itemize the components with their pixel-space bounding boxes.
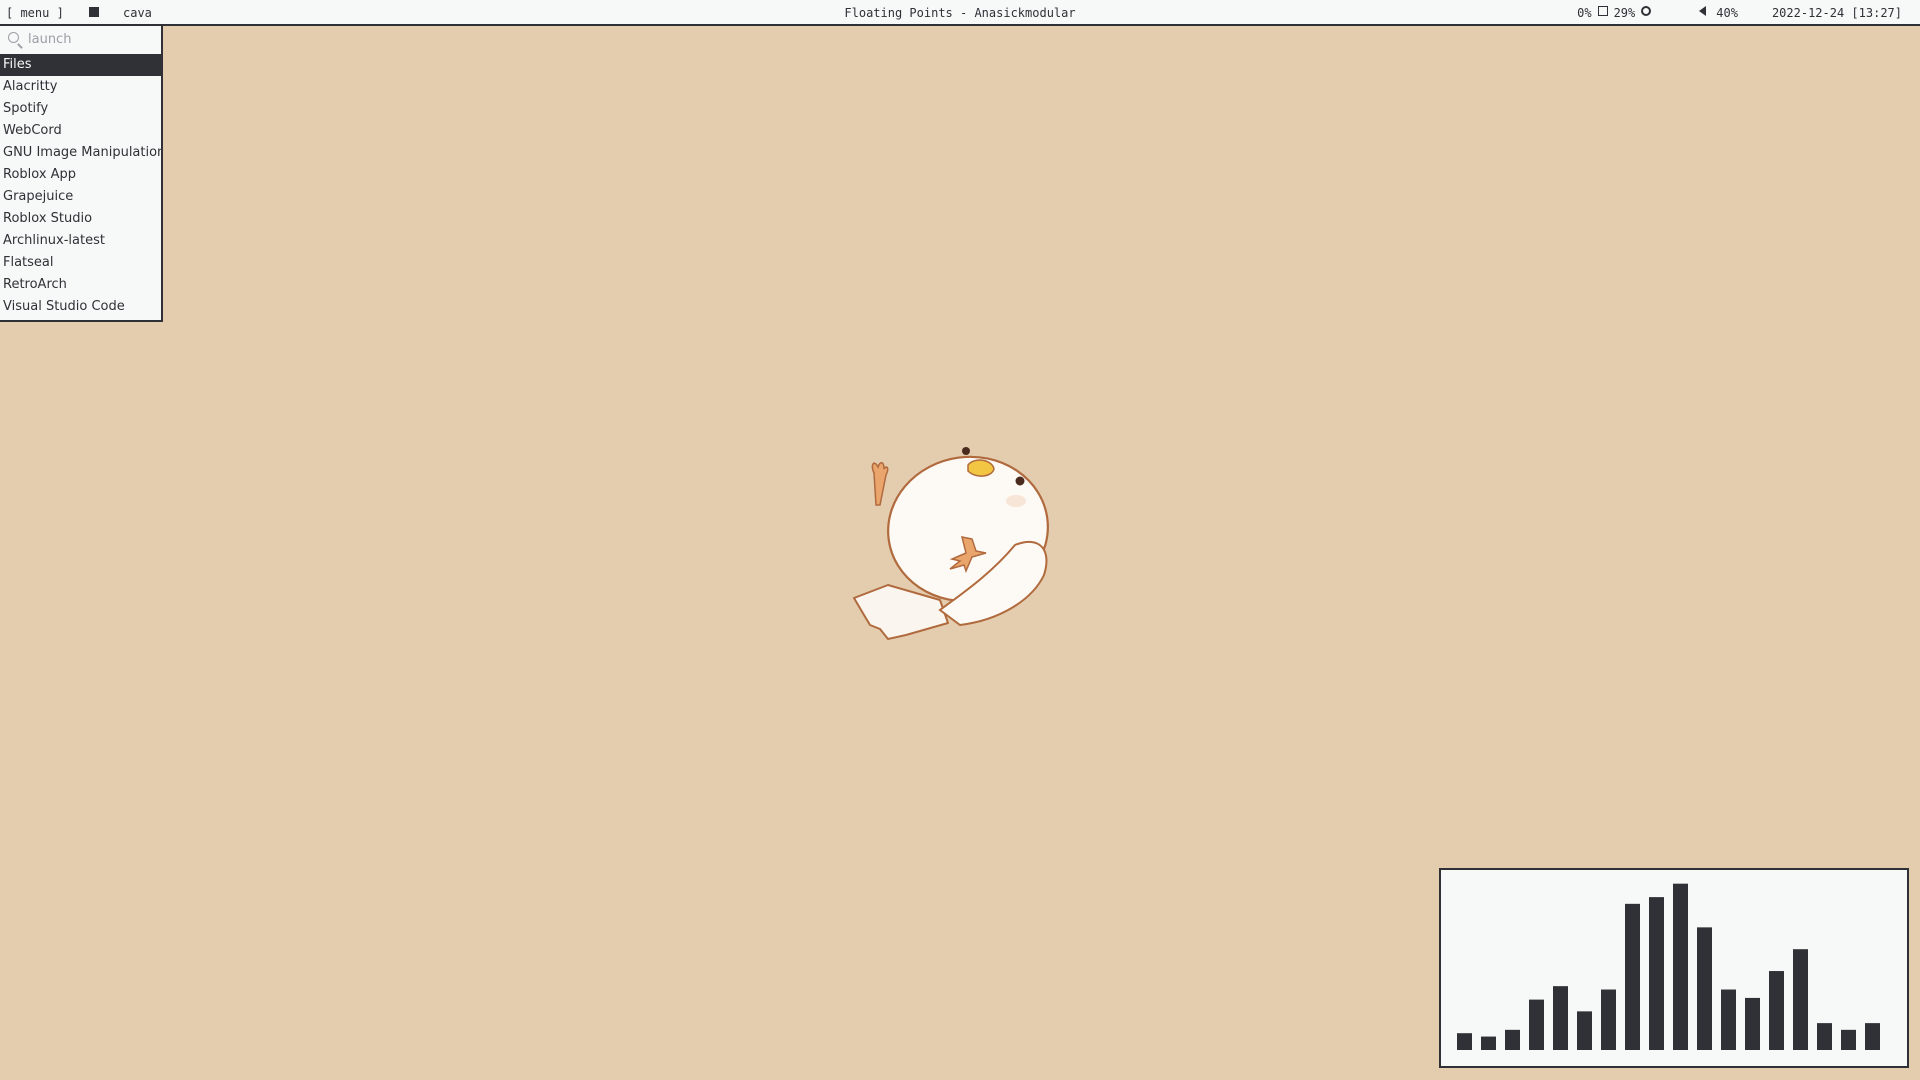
launcher-search-input[interactable] bbox=[28, 30, 148, 48]
spectrum-bar bbox=[1673, 883, 1688, 1050]
app-item-vscode[interactable]: Visual Studio Code bbox=[0, 296, 161, 318]
chick-eye bbox=[962, 447, 970, 455]
app-item-spotify[interactable]: Spotify bbox=[0, 98, 161, 120]
spectrum-bar bbox=[1697, 927, 1712, 1050]
spectrum-bar bbox=[1769, 971, 1784, 1050]
app-item-archlinux-latest[interactable]: Archlinux-latest bbox=[0, 230, 161, 252]
app-launcher: Files Alacritty Spotify WebCord GNU Imag… bbox=[0, 24, 163, 322]
chick-blush bbox=[1006, 495, 1026, 507]
app-item-grapejuice[interactable]: Grapejuice bbox=[0, 186, 161, 208]
volume-level[interactable]: 40% bbox=[1716, 6, 1738, 20]
clock: 2022-12-24 [13:27] bbox=[1771, 6, 1902, 20]
spectrum-bar bbox=[1577, 1011, 1592, 1050]
spectrum-bar bbox=[1505, 1029, 1520, 1050]
cava-visualizer-window[interactable] bbox=[1439, 868, 1909, 1068]
search-icon bbox=[8, 32, 19, 43]
spectrum-bar bbox=[1553, 986, 1568, 1050]
volume-icon[interactable] bbox=[1699, 6, 1707, 16]
top-bar: [ menu ] cava Floating Points - Anasickm… bbox=[0, 0, 1920, 26]
app-item-roblox-studio[interactable]: Roblox Studio bbox=[0, 208, 161, 230]
app-item-gimp[interactable]: GNU Image Manipulation Program bbox=[0, 142, 161, 164]
memory-usage: 29% bbox=[1613, 6, 1636, 20]
chick-foot bbox=[871, 462, 889, 506]
status-area: 0% 29% 40% 2022-12-24 [13:27] bbox=[1577, 6, 1902, 20]
app-item-roblox-app[interactable]: Roblox App bbox=[0, 164, 161, 186]
chick-eye bbox=[1015, 476, 1025, 486]
memory-icon bbox=[1597, 6, 1608, 16]
chick-beak bbox=[967, 459, 995, 477]
spectrum-bar bbox=[1481, 1036, 1496, 1050]
app-item-webcord[interactable]: WebCord bbox=[0, 120, 161, 142]
wallpaper-chick-illustration bbox=[853, 447, 1049, 640]
spectrum-bar bbox=[1793, 949, 1808, 1050]
spectrum-bar bbox=[1841, 1029, 1856, 1050]
spectrum-bar bbox=[1529, 999, 1544, 1050]
spectrum-bar bbox=[1625, 903, 1640, 1050]
app-item-retroarch[interactable]: RetroArch bbox=[0, 274, 161, 296]
spectrum-bar bbox=[1721, 989, 1736, 1050]
spectrum-bar bbox=[1601, 989, 1616, 1050]
spectrum-bar bbox=[1745, 997, 1760, 1050]
spectrum-bar bbox=[1865, 1023, 1880, 1050]
spectrum-bar bbox=[1649, 897, 1664, 1050]
app-list: Files Alacritty Spotify WebCord GNU Imag… bbox=[0, 54, 161, 318]
spectrum-bar bbox=[1457, 1033, 1472, 1050]
launcher-search bbox=[6, 30, 156, 50]
disk-icon bbox=[1641, 6, 1652, 16]
cpu-usage: 0% bbox=[1577, 6, 1592, 20]
app-item-files[interactable]: Files bbox=[0, 54, 161, 76]
app-item-alacritty[interactable]: Alacritty bbox=[0, 76, 161, 98]
spectrum-bar bbox=[1817, 1023, 1832, 1050]
audio-spectrum bbox=[1457, 883, 1880, 1050]
app-item-flatseal[interactable]: Flatseal bbox=[0, 252, 161, 274]
